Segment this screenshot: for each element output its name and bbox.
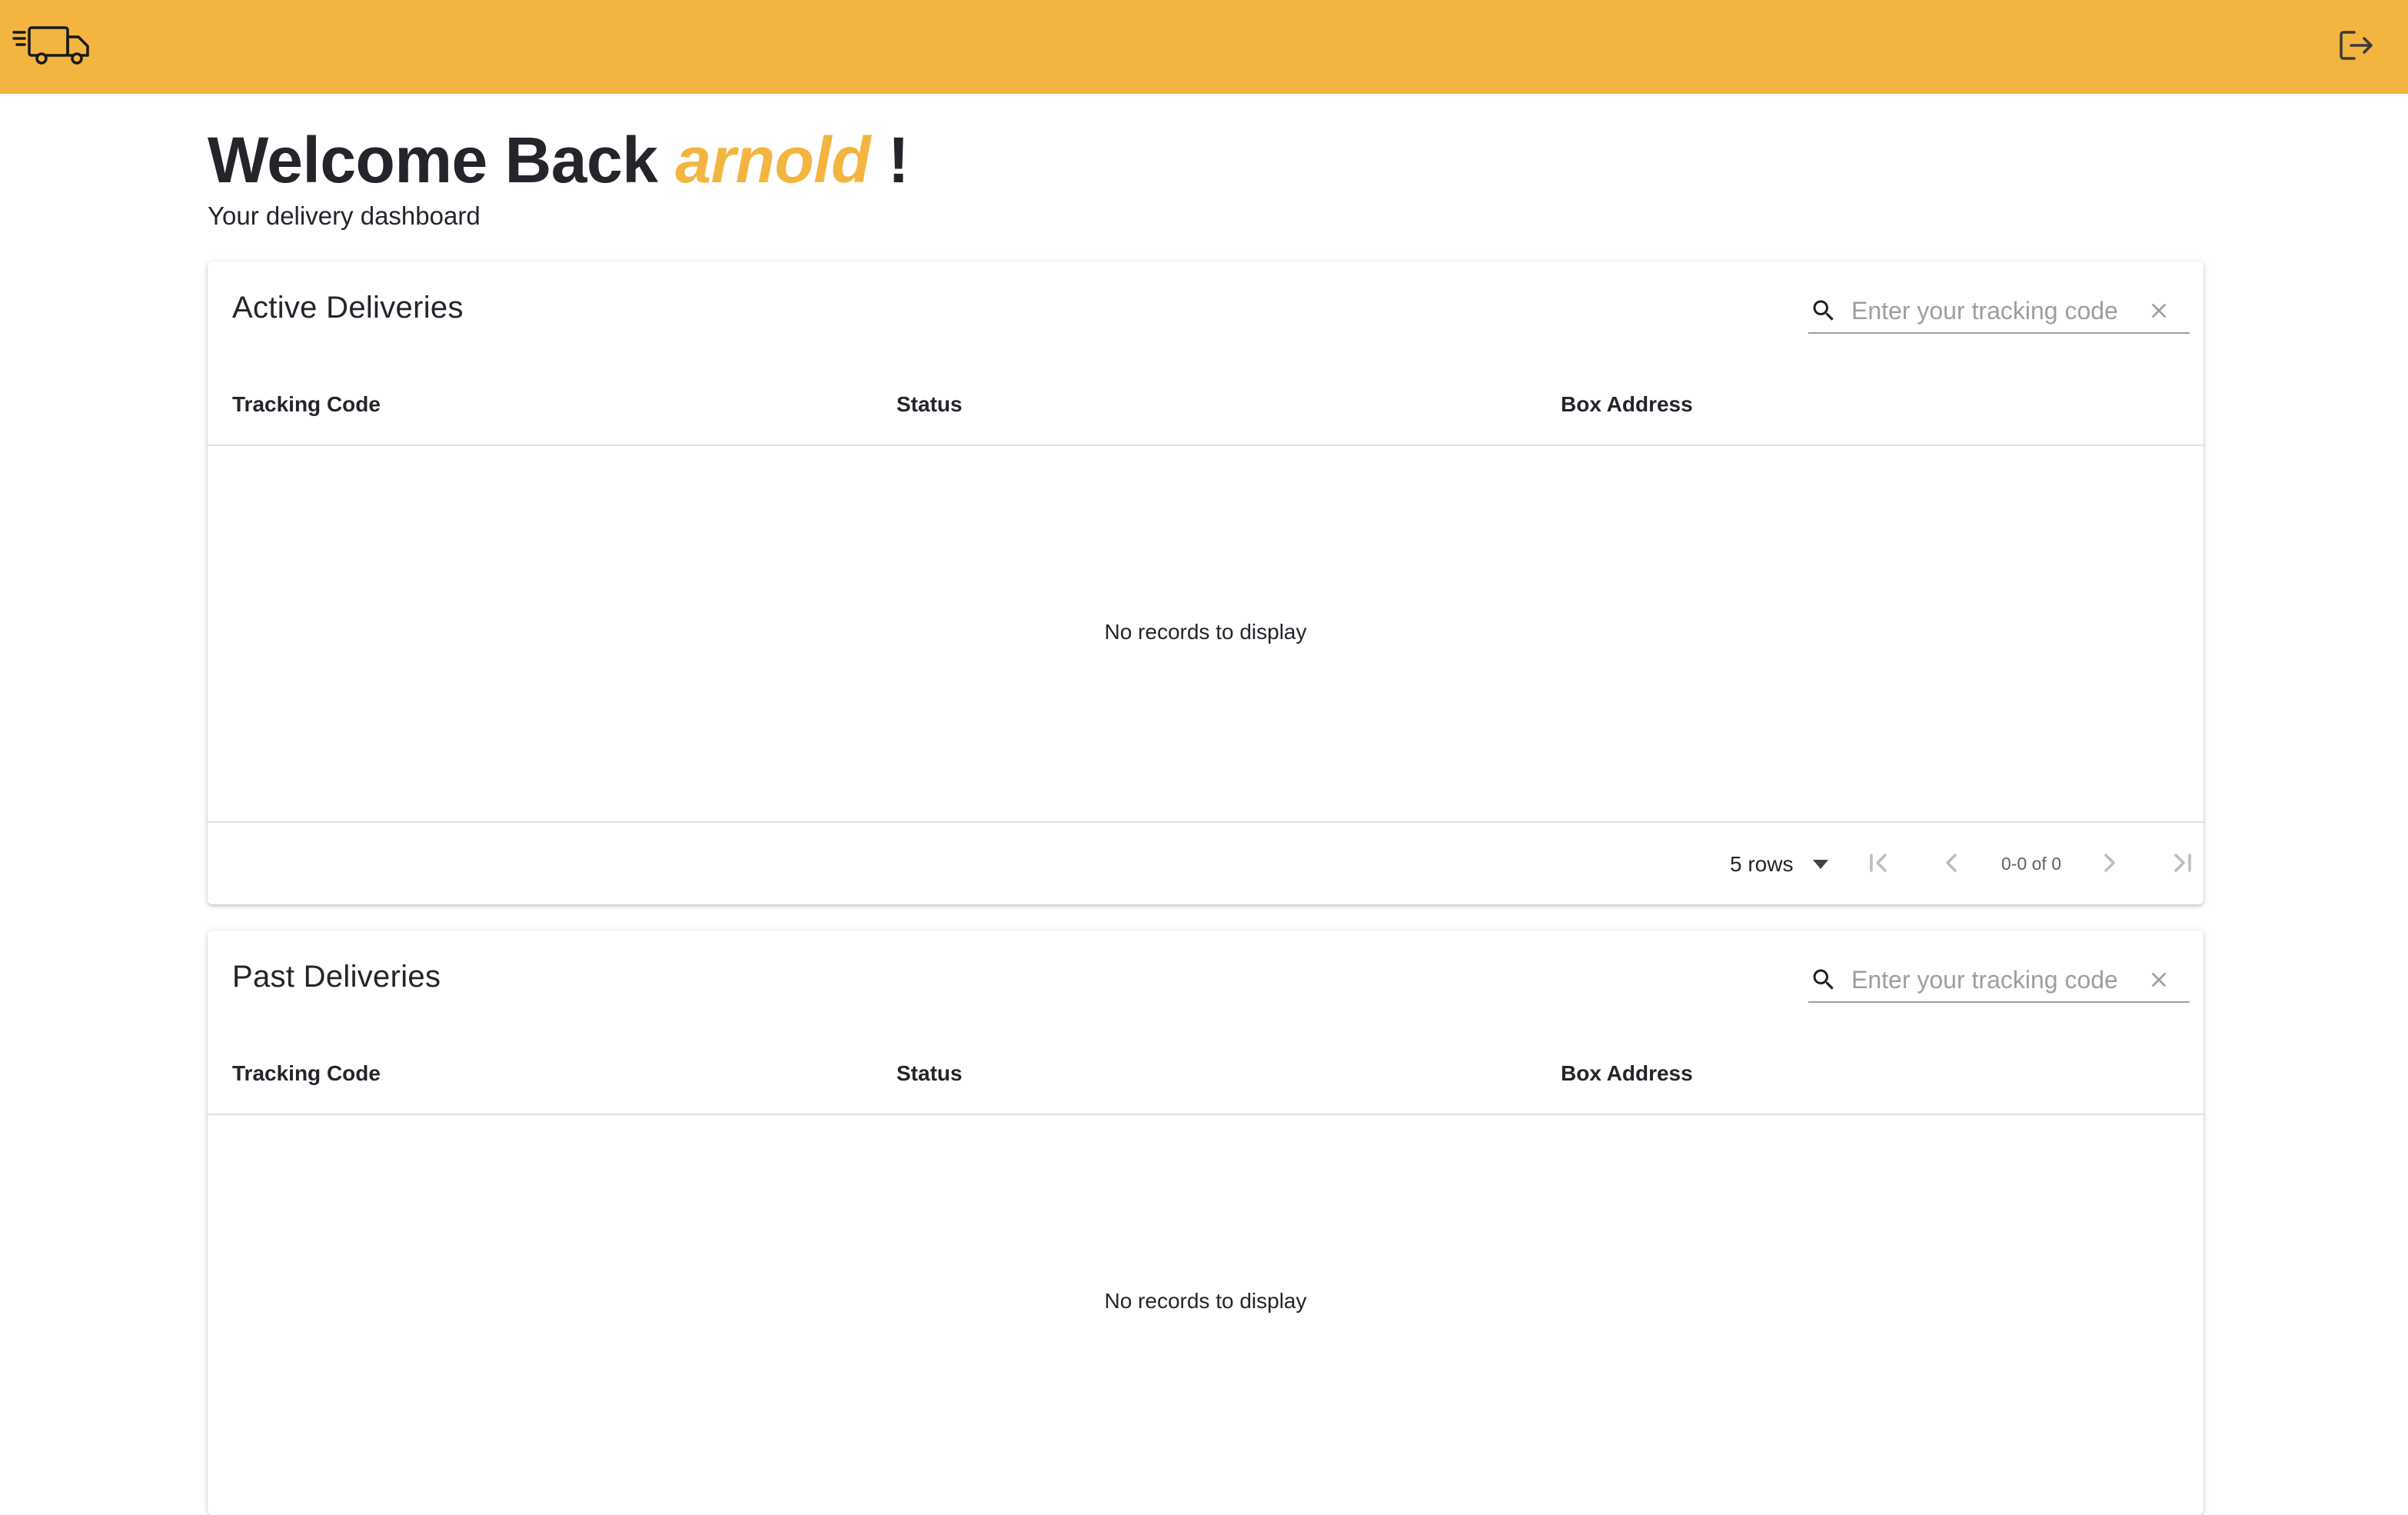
active-deliveries-search — [1808, 289, 2190, 334]
logout-icon[interactable] — [2337, 28, 2376, 63]
last-page-button[interactable] — [2164, 844, 2200, 881]
close-icon[interactable] — [2147, 967, 2171, 992]
first-page-button[interactable] — [1861, 844, 1897, 881]
past-deliveries-search — [1808, 958, 2190, 1003]
rows-per-page-select[interactable]: 5 rows — [1728, 846, 1839, 881]
empty-message: No records to display — [1104, 620, 1307, 644]
page-title: Welcome Back arnold ! — [208, 123, 910, 200]
delivery-truck-icon[interactable] — [11, 23, 94, 66]
column-header-box-address[interactable]: Box Address — [1561, 1061, 1693, 1086]
welcome-suffix: ! — [887, 124, 910, 196]
app-header — [0, 0, 2408, 94]
empty-message: No records to display — [1104, 1289, 1307, 1313]
page-subtitle: Your delivery dashboard — [208, 201, 481, 230]
past-deliveries-card: Past Deliveries Tracking Code Status Box… — [208, 931, 2203, 1515]
search-icon — [1813, 969, 1834, 990]
next-page-button[interactable] — [2091, 844, 2128, 881]
first-page-icon — [1870, 854, 1887, 872]
column-header-tracking-code[interactable]: Tracking Code — [232, 1061, 381, 1086]
welcome-prefix: Welcome Back — [208, 124, 658, 196]
column-header-box-address[interactable]: Box Address — [1561, 392, 1693, 417]
previous-page-button[interactable] — [1933, 844, 1970, 881]
active-deliveries-card: Active Deliveries Tracking Code Status B… — [208, 261, 2203, 904]
chevron-right-icon — [2104, 854, 2115, 872]
last-page-icon — [2174, 854, 2191, 872]
search-icon — [1813, 300, 1834, 321]
search-input[interactable] — [1851, 294, 2128, 328]
pagination: 5 rows 0-0 of 0 — [208, 821, 2203, 904]
pagination-info: 0-0 of 0 — [2001, 854, 2061, 874]
chevron-down-icon — [1813, 860, 1828, 869]
table-header: Tracking Code Status Box Address — [208, 1031, 2203, 1115]
column-header-tracking-code[interactable]: Tracking Code — [232, 392, 381, 417]
search-input[interactable] — [1851, 963, 2128, 997]
username: arnold — [675, 124, 870, 196]
table-header: Tracking Code Status Box Address — [208, 361, 2203, 446]
column-header-status[interactable]: Status — [896, 392, 963, 417]
chevron-left-icon — [1946, 854, 1957, 872]
close-icon[interactable] — [2147, 298, 2171, 323]
rows-per-page-label: 5 rows — [1730, 852, 1794, 876]
past-deliveries-title: Past Deliveries — [232, 960, 441, 994]
column-header-status[interactable]: Status — [896, 1061, 963, 1086]
active-deliveries-title: Active Deliveries — [232, 291, 464, 325]
